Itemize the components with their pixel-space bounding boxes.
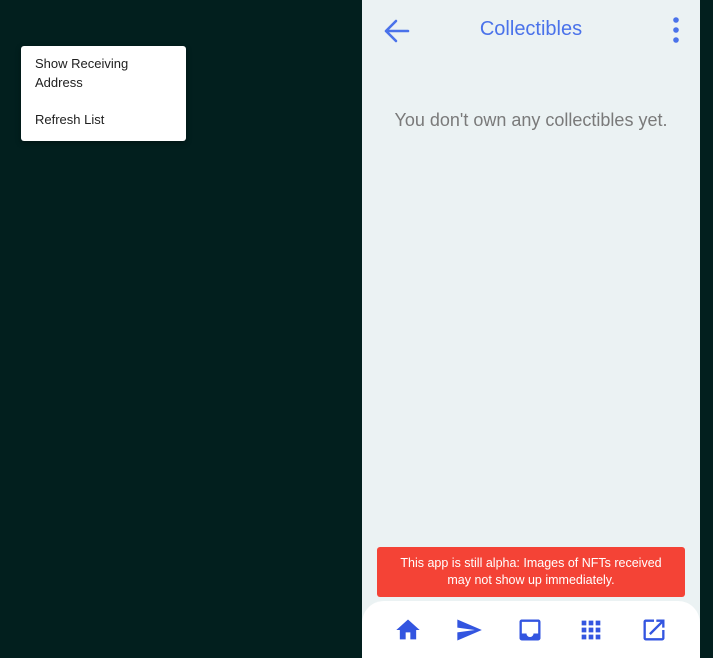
nav-open-external-button[interactable]: [640, 616, 668, 644]
bottom-navigation: [362, 601, 700, 658]
app-header: Collectibles: [362, 0, 700, 60]
empty-state-message: You don't own any collectibles yet.: [394, 110, 668, 130]
app-panel: Collectibles You don't own any collectib…: [362, 0, 700, 658]
back-button[interactable]: [382, 18, 410, 44]
menu-item-show-receiving-address[interactable]: Show Receiving Address: [21, 54, 186, 92]
nav-send-button[interactable]: [455, 616, 483, 644]
alpha-warning-banner: This app is still alpha: Images of NFTs …: [377, 547, 685, 597]
nav-apps-button[interactable]: [577, 616, 605, 644]
page-title: Collectibles: [479, 18, 583, 40]
nav-inbox-button[interactable]: [516, 616, 544, 644]
more-button[interactable]: [666, 16, 686, 44]
open-external-icon: [643, 619, 665, 641]
more-vertical-icon: [673, 17, 679, 43]
screen: Show Receiving Address Refresh List Coll…: [0, 0, 713, 658]
context-menu: Show Receiving Address Refresh List: [21, 46, 186, 141]
nav-home-button[interactable]: [394, 616, 422, 644]
arrow-left-icon: [384, 19, 410, 43]
inbox-icon: [519, 619, 541, 641]
apps-grid-icon: [581, 620, 601, 640]
menu-item-refresh-list[interactable]: Refresh List: [21, 110, 186, 129]
home-icon: [396, 619, 420, 640]
send-icon: [457, 619, 482, 641]
